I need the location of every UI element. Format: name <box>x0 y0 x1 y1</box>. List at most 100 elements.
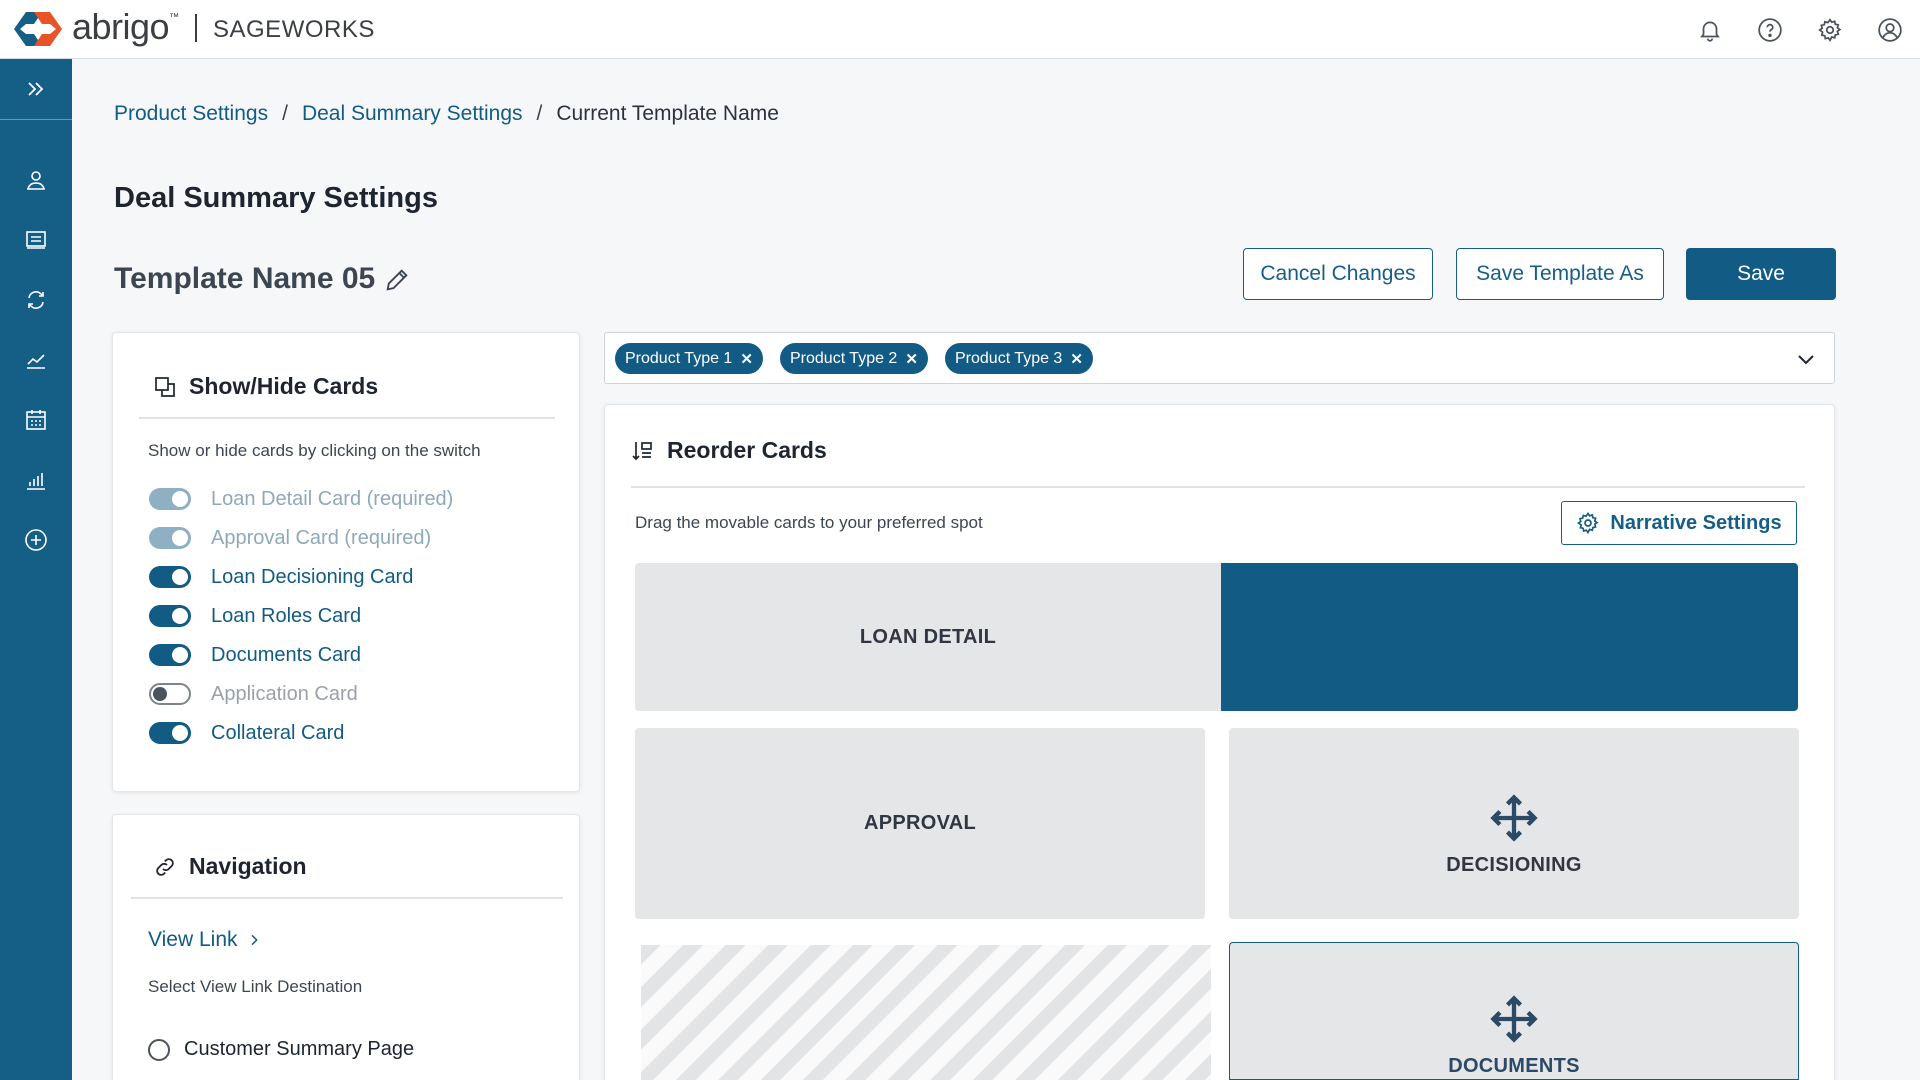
toggle-switch[interactable] <box>149 683 191 705</box>
sidebar-item-add[interactable] <box>0 510 72 570</box>
brand-divider <box>195 14 197 42</box>
toggle-label: Documents Card <box>211 643 362 666</box>
close-icon[interactable]: ✕ <box>905 350 918 368</box>
chip-label: Product Type 2 <box>790 349 898 367</box>
chip-label: Product Type 1 <box>625 349 733 367</box>
reorder-cards-title: Reorder Cards <box>667 437 827 463</box>
sidebar-item-calendar[interactable] <box>0 390 72 450</box>
copy-cards-icon <box>155 377 175 397</box>
radio-customer-summary-page[interactable]: Customer Summary Page <box>148 1038 414 1061</box>
panel-divider <box>631 486 1805 488</box>
toggle-switch[interactable] <box>149 566 191 588</box>
chip-label: Product Type 3 <box>955 349 1063 367</box>
toggle-label: Collateral Card <box>211 721 345 744</box>
card-tile-label: DECISIONING <box>1446 854 1582 876</box>
card-tile-loan-detail: LOAN DETAIL <box>635 563 1221 711</box>
card-tile-label: APPROVAL <box>863 812 977 834</box>
calendar-icon <box>26 410 46 430</box>
chevron-down-icon[interactable] <box>1794 347 1818 371</box>
card-tile-decisioning[interactable]: DECISIONING <box>1229 728 1799 919</box>
sidebar-item-customers[interactable] <box>0 150 72 210</box>
toggle-switch[interactable] <box>149 488 191 510</box>
radio-button[interactable] <box>148 1038 170 1061</box>
toggle-loan-detail-card[interactable]: Loan Detail Card (required) <box>149 484 453 514</box>
product-type-chip[interactable]: Product Type 3 ✕ <box>945 343 1093 374</box>
toggle-switch[interactable] <box>149 644 191 666</box>
toggle-switch[interactable] <box>149 605 191 627</box>
monitor-icon <box>26 231 46 249</box>
toggle-loan-roles-card[interactable]: Loan Roles Card <box>149 601 361 631</box>
refresh-icon <box>28 291 44 309</box>
sidebar <box>0 59 72 1080</box>
sidebar-expand-button[interactable] <box>0 59 72 119</box>
person-icon <box>26 171 46 190</box>
line-chart-icon <box>27 354 45 369</box>
close-icon[interactable]: ✕ <box>740 350 753 368</box>
chevron-right-icon <box>250 934 258 946</box>
template-name: Template Name 05 <box>114 262 376 295</box>
show-hide-cards-title: Show/Hide Cards <box>189 373 379 399</box>
narrative-settings-label: Narrative Settings <box>1610 511 1782 534</box>
sidebar-item-sync[interactable] <box>0 270 72 330</box>
toggle-application-card[interactable]: Application Card <box>149 679 358 709</box>
gear-icon <box>1577 512 1599 535</box>
product-name: SAGEWORKS <box>213 16 375 43</box>
expand-chevrons-icon <box>28 82 44 96</box>
sidebar-divider <box>0 119 72 120</box>
card-tile-label: LOAN DETAIL <box>859 625 997 648</box>
product-type-multiselect[interactable]: Product Type 1 ✕ Product Type 2 ✕ Product … <box>604 332 1835 384</box>
close-icon[interactable]: ✕ <box>1070 350 1083 368</box>
card-tile-documents[interactable]: DOCUMENTS <box>1229 942 1799 1080</box>
narrative-settings-button[interactable]: Narrative Settings <box>1561 501 1797 545</box>
product-type-chip[interactable]: Product Type 1 ✕ <box>615 343 763 374</box>
show-hide-cards-panel: Show/Hide Cards Show or hide cards by cl… <box>112 332 580 792</box>
toggle-collateral-card[interactable]: Collateral Card <box>149 718 344 748</box>
pencil-edit-icon[interactable] <box>383 266 411 294</box>
radio-label: Customer Summary Page <box>184 1038 415 1060</box>
card-tile-highlight <box>1221 563 1798 711</box>
top-bar: abrigo™ SAGEWORKS <box>0 0 1920 59</box>
show-hide-hint: Show or hide cards by clicking on the sw… <box>148 441 481 460</box>
view-link-label: View Link <box>148 928 238 951</box>
toggle-switch[interactable] <box>149 722 191 744</box>
reorder-hint: Drag the movable cards to your preferred… <box>635 513 983 532</box>
sidebar-item-screens[interactable] <box>0 210 72 270</box>
bell-icon[interactable] <box>1694 14 1726 46</box>
card-tile-label: DOCUMENTS <box>1448 1055 1580 1077</box>
move-arrows-icon[interactable] <box>1488 993 1540 1045</box>
link-icon <box>156 858 174 876</box>
toggle-approval-card[interactable]: Approval Card (required) <box>149 523 431 553</box>
toggle-label: Application Card <box>211 682 358 705</box>
toggle-loan-decisioning-card[interactable]: Loan Decisioning Card <box>149 562 413 592</box>
navigation-title: Navigation <box>189 853 307 879</box>
move-arrows-icon[interactable] <box>1488 792 1540 844</box>
save-template-as-button[interactable]: Save Template As <box>1456 248 1664 300</box>
plus-circle-icon <box>25 529 47 551</box>
cancel-changes-button[interactable]: Cancel Changes <box>1243 248 1433 300</box>
toggle-switch[interactable] <box>149 527 191 549</box>
breadcrumb-deal-summary-settings[interactable]: Deal Summary Settings <box>302 102 523 126</box>
breadcrumb-separator: / <box>282 102 288 125</box>
reorder-icon <box>632 442 652 461</box>
breadcrumb-current: Current Template Name <box>556 102 779 125</box>
page-title: Deal Summary Settings <box>114 182 438 214</box>
user-circle-icon[interactable] <box>1874 14 1906 46</box>
abrigo-logo-icon <box>14 12 62 46</box>
brand-name: abrigo™ <box>72 6 179 47</box>
sidebar-item-reports[interactable] <box>0 450 72 510</box>
gear-icon[interactable] <box>1814 14 1846 46</box>
bar-chart-icon <box>27 473 45 490</box>
breadcrumb-separator: / <box>536 102 543 125</box>
breadcrumb-product-settings[interactable]: Product Settings <box>114 102 268 126</box>
panel-divider <box>131 897 563 899</box>
toggle-label: Loan Roles Card <box>211 604 362 627</box>
view-link-hint: Select View Link Destination <box>148 977 363 996</box>
toggle-documents-card[interactable]: Documents Card <box>149 640 361 670</box>
breadcrumb: Product Settings / Deal Summary Settings… <box>114 102 779 126</box>
toggle-label: Loan Decisioning Card <box>211 565 414 588</box>
save-button[interactable]: Save <box>1686 248 1836 300</box>
product-type-chip[interactable]: Product Type 2 ✕ <box>780 343 928 374</box>
view-link[interactable]: View Link <box>148 928 262 952</box>
sidebar-item-trends[interactable] <box>0 330 72 390</box>
help-icon[interactable] <box>1754 14 1786 46</box>
